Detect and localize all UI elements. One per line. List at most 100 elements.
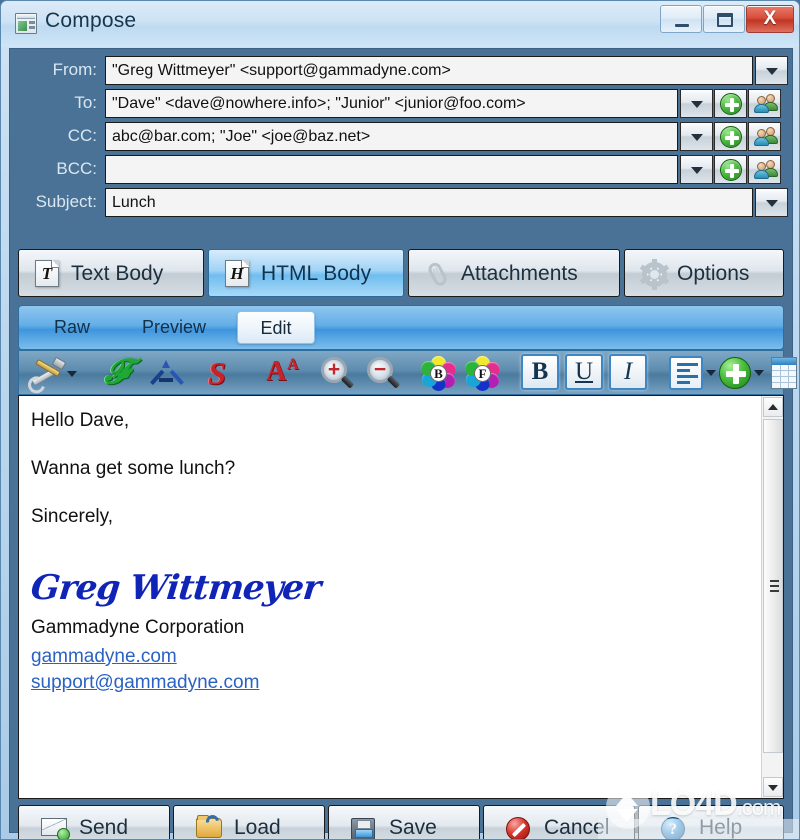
foreground-color-button[interactable]: F [461, 355, 505, 391]
tab-html-body[interactable]: H HTML Body [208, 249, 404, 297]
plus-circle-icon [719, 125, 742, 148]
no-entry-icon [506, 816, 532, 839]
button-label: Cancel [544, 816, 610, 839]
open-folder-icon [196, 812, 222, 839]
field-dropdown-button[interactable] [755, 56, 788, 85]
view-mode-tab-bar: Raw Preview Edit [18, 305, 784, 350]
contacts-button[interactable] [748, 122, 781, 151]
window-title: Compose [45, 9, 137, 32]
tab-options[interactable]: Options [624, 249, 784, 297]
load-button[interactable]: Load [173, 805, 325, 839]
bold-button[interactable]: B [521, 354, 559, 390]
save-button[interactable]: Save [328, 805, 480, 839]
main-tab-bar: T Text Body H HTML Body Attachments Options [18, 249, 784, 299]
field-input-bcc[interactable] [105, 155, 678, 184]
plus-circle-icon [719, 92, 742, 115]
field-input-subject[interactable]: Lunch [105, 188, 753, 217]
subtab-raw[interactable]: Raw [33, 311, 111, 344]
subtab-preview[interactable]: Preview [119, 311, 229, 344]
bold-icon: B [531, 358, 549, 385]
underline-icon: U [574, 358, 594, 385]
zoom-out-button[interactable]: − [363, 355, 405, 391]
contacts-button[interactable] [748, 89, 781, 118]
chevron-down-icon[interactable] [706, 370, 716, 376]
action-button-bar: Send Load Save Cancel ? Help [18, 805, 784, 839]
chevron-down-icon [690, 133, 703, 141]
field-input-cc[interactable]: abc@bar.com; "Joe" <joe@baz.net> [105, 122, 678, 151]
green-f-icon: 𝓕 [104, 354, 130, 391]
add-recipient-button[interactable] [714, 89, 747, 118]
contacts-button[interactable] [748, 155, 781, 184]
underline-button[interactable]: U [565, 354, 603, 390]
field-input-from[interactable]: "Greg Wittmeyer" <support@gammadyne.com> [105, 56, 753, 85]
field-input-to[interactable]: "Dave" <dave@nowhere.info>; "Junior" <ju… [105, 89, 678, 118]
tab-label: Text Body [71, 262, 164, 285]
font-size-button[interactable]: AA [263, 355, 309, 391]
align-button[interactable] [669, 355, 717, 391]
scroll-up-button[interactable] [763, 397, 783, 417]
body-paragraph: Sincerely, [31, 506, 114, 527]
maximize-button[interactable] [703, 5, 745, 33]
chevron-down-icon[interactable] [67, 371, 77, 377]
body-paragraph: Hello Dave, [31, 410, 130, 431]
tab-attachments[interactable]: Attachments [408, 249, 620, 297]
red-s-icon: S [208, 355, 226, 391]
signature-link-website[interactable]: gammadyne.com [31, 644, 749, 670]
cancel-button[interactable]: Cancel [483, 805, 635, 839]
field-dropdown-button[interactable] [680, 155, 713, 184]
field-row-from: From: "Greg Wittmeyer" <support@gammadyne… [10, 53, 788, 86]
compose-window: Compose X From: "Greg Wittmeyer" <support… [0, 0, 800, 840]
field-label: Subject: [35, 192, 97, 211]
scroll-down-button[interactable] [763, 777, 783, 797]
field-row-to: To: "Dave" <dave@nowhere.info>; "Junior" … [10, 86, 781, 119]
add-recipient-button[interactable] [714, 155, 747, 184]
text-document-icon: T [33, 259, 63, 289]
field-dropdown-button[interactable] [680, 122, 713, 151]
signature-link-email[interactable]: support@gammadyne.com [31, 670, 749, 696]
html-body-editor[interactable]: Hello Dave, Wanna get some lunch? Sincer… [18, 395, 784, 799]
close-button[interactable]: X [746, 5, 794, 33]
background-color-button[interactable]: B [417, 355, 461, 391]
button-label: Send [79, 816, 129, 839]
scrollbar-thumb[interactable] [763, 419, 783, 753]
html-document-icon: H [223, 259, 253, 289]
insert-font-button[interactable]: 𝓕 [97, 355, 137, 391]
chevron-down-icon [690, 166, 703, 174]
tools-button[interactable] [27, 355, 79, 391]
subtab-edit[interactable]: Edit [237, 311, 315, 344]
field-label: BCC: [56, 159, 97, 178]
chevron-down-icon [768, 785, 778, 791]
send-button[interactable]: Send [18, 805, 170, 839]
insert-caret-button[interactable] [147, 355, 187, 391]
green-plus-icon [719, 357, 751, 389]
signature-button[interactable]: S [197, 355, 237, 391]
insert-table-button[interactable] [771, 355, 799, 391]
italic-icon: I [623, 358, 633, 385]
align-paragraph-icon [669, 356, 703, 390]
color-wheel-b-icon: B [420, 356, 456, 391]
window-form-icon [15, 13, 37, 34]
blue-caret-a-icon [150, 360, 184, 385]
help-button[interactable]: ? Help [638, 805, 784, 839]
body-paragraph: Wanna get some lunch? [31, 458, 236, 479]
tab-label: Attachments [461, 262, 578, 285]
color-wheel-f-icon: F [464, 356, 500, 391]
zoom-in-button[interactable]: + [317, 355, 359, 391]
title-bar[interactable]: Compose X [1, 1, 799, 47]
add-recipient-button[interactable] [714, 122, 747, 151]
floppy-disk-icon [351, 816, 377, 839]
body-content[interactable]: Hello Dave, Wanna get some lunch? Sincer… [19, 396, 761, 798]
field-dropdown-button[interactable] [680, 89, 713, 118]
button-label: Help [699, 816, 743, 839]
body-vertical-scrollbar[interactable] [761, 396, 783, 798]
insert-button[interactable] [719, 355, 765, 391]
gear-icon [639, 259, 670, 290]
tab-text-body[interactable]: T Text Body [18, 249, 204, 297]
signature-name: Greg Wittmeyer [28, 568, 323, 608]
italic-button[interactable]: I [609, 354, 647, 390]
chevron-down-icon[interactable] [754, 370, 764, 376]
close-icon: X [763, 8, 777, 29]
field-dropdown-button[interactable] [755, 188, 788, 217]
minimize-button[interactable] [660, 5, 702, 33]
red-aa-icon: AA [266, 356, 299, 387]
